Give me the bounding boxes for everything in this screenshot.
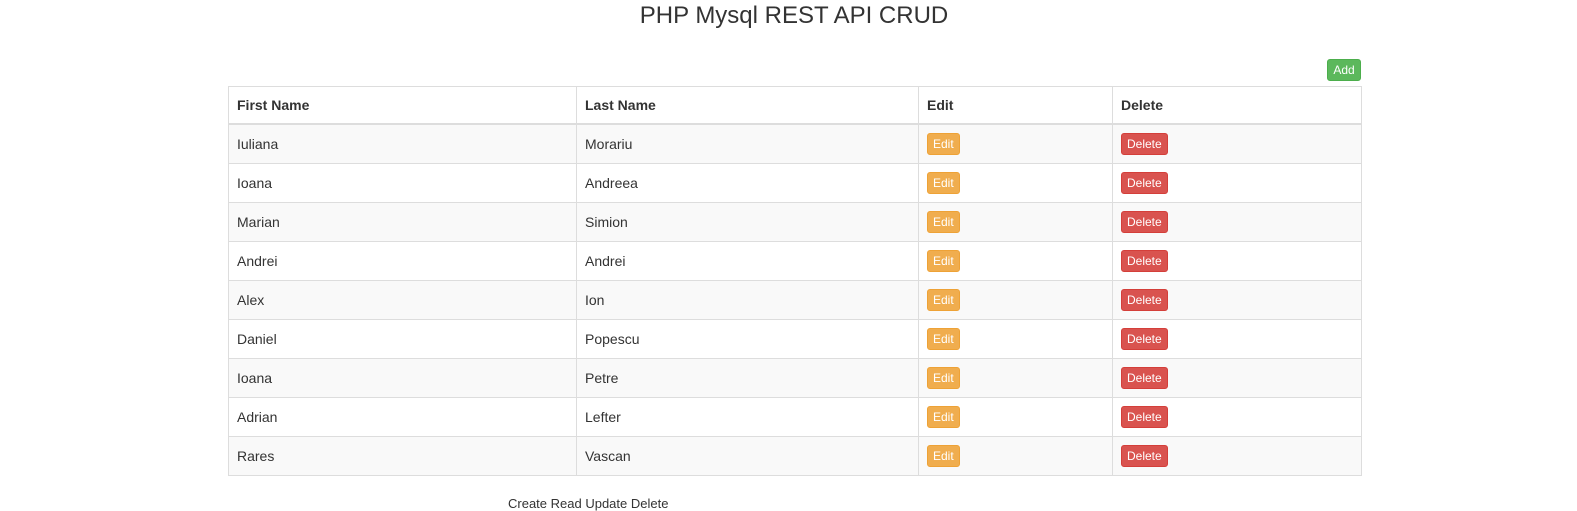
- edit-button[interactable]: Edit: [927, 445, 960, 467]
- edit-button[interactable]: Edit: [927, 211, 960, 233]
- first-name-cell: Rares: [228, 436, 577, 476]
- delete-cell: Delete: [1112, 319, 1362, 359]
- edit-cell: Edit: [918, 280, 1113, 320]
- edit-cell: Edit: [918, 123, 1113, 164]
- edit-cell: Edit: [918, 436, 1113, 476]
- table-row: Adrian Lefter Edit Delete: [228, 397, 1362, 437]
- first-name-cell: Ioana: [228, 358, 577, 398]
- first-name-cell: Marian: [228, 202, 577, 242]
- delete-cell: Delete: [1112, 397, 1362, 437]
- delete-button[interactable]: Delete: [1121, 406, 1168, 428]
- edit-cell: Edit: [918, 241, 1113, 281]
- delete-cell: Delete: [1112, 202, 1362, 242]
- delete-button[interactable]: Delete: [1121, 172, 1168, 194]
- edit-cell: Edit: [918, 319, 1113, 359]
- edit-cell: Edit: [918, 358, 1113, 398]
- table-row: Alex Ion Edit Delete: [228, 280, 1362, 320]
- delete-button[interactable]: Delete: [1121, 250, 1168, 272]
- edit-button[interactable]: Edit: [927, 406, 960, 428]
- delete-cell: Delete: [1112, 163, 1362, 203]
- edit-cell: Edit: [918, 397, 1113, 437]
- delete-cell: Delete: [1112, 280, 1362, 320]
- table-row: Marian Simion Edit Delete: [228, 202, 1362, 242]
- last-name-cell: Popescu: [576, 319, 919, 359]
- delete-button[interactable]: Delete: [1121, 445, 1168, 467]
- edit-button[interactable]: Edit: [927, 367, 960, 389]
- table-row: Andrei Andrei Edit Delete: [228, 241, 1362, 281]
- delete-button[interactable]: Delete: [1121, 328, 1168, 350]
- delete-cell: Delete: [1112, 436, 1362, 476]
- first-name-cell: Andrei: [228, 241, 577, 281]
- table-row: Ioana Petre Edit Delete: [228, 358, 1362, 398]
- first-name-cell: Iuliana: [228, 123, 577, 164]
- delete-cell: Delete: [1112, 241, 1362, 281]
- first-name-cell: Ioana: [228, 163, 577, 203]
- add-button[interactable]: Add: [1327, 59, 1361, 81]
- edit-button[interactable]: Edit: [927, 172, 960, 194]
- edit-cell: Edit: [918, 163, 1113, 203]
- first-name-cell: Adrian: [228, 397, 577, 437]
- delete-button[interactable]: Delete: [1121, 367, 1168, 389]
- footer-text: Create Read Update Delete: [508, 496, 669, 511]
- first-name-cell: Alex: [228, 280, 577, 320]
- table-body: Iuliana Morariu Edit Delete Ioana Andreea Edit…: [228, 123, 1362, 476]
- edit-cell: Edit: [918, 202, 1113, 242]
- table-row: Daniel Popescu Edit Delete: [228, 319, 1362, 359]
- users-table: First Name Last Name Edit Delete Iuliana…: [228, 86, 1362, 476]
- delete-cell: Delete: [1112, 358, 1362, 398]
- page-title: PHP Mysql REST API CRUD: [639, 2, 949, 29]
- last-name-cell: Andrei: [576, 241, 919, 281]
- last-name-cell: Morariu: [576, 123, 919, 164]
- table-row: Iuliana Morariu Edit Delete: [228, 123, 1362, 164]
- last-name-cell: Simion: [576, 202, 919, 242]
- edit-button[interactable]: Edit: [927, 289, 960, 311]
- table-row: Ioana Andreea Edit Delete: [228, 163, 1362, 203]
- table-header-row: First Name Last Name Edit Delete: [228, 86, 1362, 125]
- last-name-cell: Andreea: [576, 163, 919, 203]
- delete-button[interactable]: Delete: [1121, 211, 1168, 233]
- delete-button[interactable]: Delete: [1121, 289, 1168, 311]
- last-name-cell: Lefter: [576, 397, 919, 437]
- last-name-cell: Vascan: [576, 436, 919, 476]
- column-header-edit: Edit: [918, 86, 1113, 125]
- first-name-cell: Daniel: [228, 319, 577, 359]
- edit-button[interactable]: Edit: [927, 133, 960, 155]
- delete-button[interactable]: Delete: [1121, 133, 1168, 155]
- table-row: Rares Vascan Edit Delete: [228, 436, 1362, 476]
- column-header-last-name: Last Name: [576, 86, 919, 125]
- edit-button[interactable]: Edit: [927, 250, 960, 272]
- last-name-cell: Ion: [576, 280, 919, 320]
- edit-button[interactable]: Edit: [927, 328, 960, 350]
- delete-cell: Delete: [1112, 123, 1362, 164]
- column-header-delete: Delete: [1112, 86, 1362, 125]
- column-header-first-name: First Name: [228, 86, 577, 125]
- last-name-cell: Petre: [576, 358, 919, 398]
